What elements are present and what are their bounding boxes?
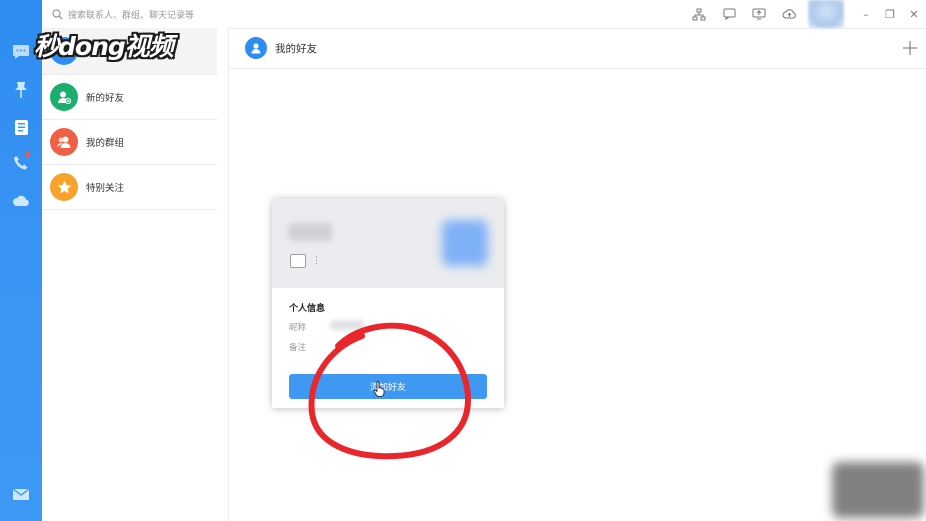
search-box[interactable]: 搜索联系人、群组、聊天记录等 xyxy=(52,6,194,22)
search-icon xyxy=(52,8,63,19)
friends-icon xyxy=(245,37,267,59)
close-button[interactable]: ✕ xyxy=(902,0,926,28)
add-friend-button[interactable]: 添加好友 xyxy=(289,374,487,399)
list-item-label: 特别关注 xyxy=(86,183,125,194)
list-item-label: 我的群组 xyxy=(86,138,125,149)
main-header: 我的好友 xyxy=(229,28,926,69)
cloud-upload-icon[interactable] xyxy=(774,0,804,28)
top-bar: 搜索联系人、群组、聊天记录等 – ❐ ✕ xyxy=(42,0,926,29)
hand-cursor-icon xyxy=(373,381,385,397)
chat-icon[interactable] xyxy=(11,42,31,62)
page-title: 我的好友 xyxy=(275,42,317,55)
cloud-icon[interactable] xyxy=(11,191,31,211)
phone-icon[interactable] xyxy=(11,152,31,173)
notification-dot xyxy=(25,152,30,157)
user-avatar[interactable] xyxy=(808,0,844,28)
screen-share-icon[interactable] xyxy=(744,0,774,28)
list-item-special-follow[interactable]: 特别关注 xyxy=(42,165,217,210)
search-placeholder[interactable]: 搜索联系人、群组、聊天记录等 xyxy=(68,8,194,21)
org-chart-icon[interactable] xyxy=(684,0,714,28)
pin-icon[interactable] xyxy=(11,80,31,100)
person-add-icon xyxy=(50,83,78,111)
section-title: 个人信息 xyxy=(289,304,326,314)
list-item-my-friends[interactable] xyxy=(42,28,217,75)
list-item-new-friends[interactable]: 新的好友 xyxy=(42,75,217,120)
profile-card: ⋮ 个人信息 昵称 备注 添加好友 xyxy=(272,198,504,408)
mail-icon[interactable] xyxy=(11,484,31,504)
profile-card-icon[interactable] xyxy=(290,254,306,268)
restore-button[interactable]: ❐ xyxy=(878,0,902,28)
nickname-label: 昵称 xyxy=(289,323,307,333)
list-item-label: 新的好友 xyxy=(86,93,125,104)
blurred-avatar xyxy=(442,220,488,266)
left-nav-rail xyxy=(0,0,42,521)
person-icon xyxy=(50,37,78,65)
contacts-book-icon[interactable] xyxy=(11,117,31,137)
blurred-watermark xyxy=(832,462,924,518)
message-icon[interactable] xyxy=(714,0,744,28)
group-icon xyxy=(50,128,78,156)
contacts-panel: 新的好友 我的群组 特别关注 xyxy=(42,28,229,521)
remark-label: 备注 xyxy=(289,343,307,353)
list-item-my-groups[interactable]: 我的群组 xyxy=(42,120,217,165)
star-icon xyxy=(50,173,78,201)
minimize-button[interactable]: – xyxy=(854,0,878,28)
plus-icon[interactable] xyxy=(900,38,920,58)
profile-card-header: ⋮ xyxy=(272,198,504,288)
more-icon[interactable]: ⋮ xyxy=(312,256,321,266)
blurred-name xyxy=(288,223,332,241)
blurred-nickname xyxy=(330,320,364,330)
